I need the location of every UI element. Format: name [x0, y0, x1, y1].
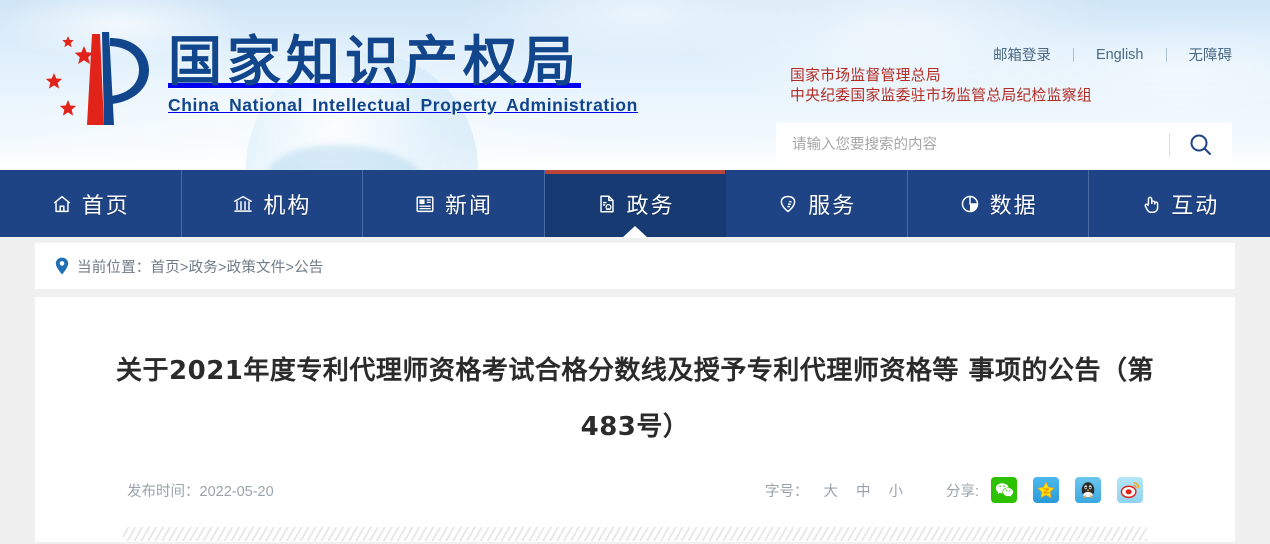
publish-time: 发布时间：2022-05-20: [127, 480, 274, 501]
publish-date: 2022-05-20: [199, 483, 274, 500]
nav-label: 服务: [808, 192, 857, 218]
nav-label: 数据: [989, 192, 1038, 218]
main-navigation: 首页 机构 新闻 政务 服务 数据 互动: [0, 170, 1270, 238]
cnipa-emblem-logo-icon: [45, 32, 149, 125]
fontsize-label: 字号：: [764, 483, 809, 500]
page-title: 关于2021年度专利代理师资格考试合格分数线及授予专利代理师资格等 事项的公告（…: [105, 343, 1165, 455]
qzone-star-glyph-icon: [1037, 481, 1055, 498]
weibo-eye-glyph-icon: [1120, 482, 1140, 499]
nav-item-home[interactable]: 首页: [0, 170, 182, 237]
nav-item-service[interactable]: 服务: [726, 170, 908, 237]
nav-label: 首页: [81, 192, 130, 218]
active-tab-pointer: [622, 226, 649, 238]
nav-item-interaction[interactable]: 互动: [1089, 170, 1270, 237]
top-utility-links: 邮箱登录 English 无障碍: [971, 44, 1232, 65]
site-search: [776, 123, 1232, 167]
share-weibo-icon[interactable]: [1117, 477, 1143, 503]
nav-item-government-affairs[interactable]: 政务: [544, 170, 727, 238]
share-wechat-icon[interactable]: [991, 477, 1017, 503]
breadcrumb: 当前位置： 首页>政务>政策文件>公告: [35, 243, 1235, 289]
publish-label: 发布时间：: [127, 483, 200, 500]
logo-text-block: 国家知识产权局 China National Intellectual Prop…: [168, 28, 638, 116]
share-icon-group: [991, 477, 1143, 503]
qq-penguin-glyph-icon: [1081, 482, 1095, 498]
fontsize-medium[interactable]: 中: [847, 480, 880, 501]
article-meta-row: 发布时间：2022-05-20 字号： 大 中 小 分享:: [105, 477, 1165, 503]
shield-check-icon: [780, 195, 796, 212]
affiliated-agency-names: 国家市场监督管理总局 中央纪委国家监委驻市场监管总局纪检监察组: [790, 66, 1092, 106]
nav-item-news[interactable]: 新闻: [363, 170, 545, 237]
share-label: 分享:: [945, 483, 979, 500]
location-pin-icon: [55, 257, 69, 275]
page-body: 当前位置： 首页>政务>政策文件>公告 关于2021年度专利代理师资格考试合格分数…: [0, 237, 1270, 544]
agency-line-2: 中央纪委国家监委驻市场监管总局纪检监察组: [790, 88, 1092, 104]
accessibility-link[interactable]: 无障碍: [1167, 44, 1233, 65]
share-qzone-icon[interactable]: [1033, 477, 1059, 503]
hand-pointer-icon: [1144, 196, 1159, 213]
nav-label: 机构: [263, 192, 312, 218]
nav-label: 新闻: [444, 192, 493, 218]
breadcrumb-prefix: 当前位置：: [77, 259, 151, 276]
search-input[interactable]: [776, 123, 1169, 167]
breadcrumb-path[interactable]: 首页>政务>政策文件>公告: [151, 256, 324, 277]
nav-item-institution[interactable]: 机构: [182, 170, 364, 237]
agency-line-1: 国家市场监督管理总局: [790, 68, 941, 84]
search-button[interactable]: [1170, 123, 1232, 167]
logo-english-name: China National Intellectual Property Adm…: [168, 95, 638, 115]
meta-tools: 字号： 大 中 小 分享:: [765, 477, 1143, 503]
wechat-glyph-icon: [995, 483, 1013, 497]
logo-chinese-name: 国家知识产权局: [168, 30, 581, 93]
site-logo[interactable]: 国家知识产权局 China National Intellectual Prop…: [32, 28, 638, 132]
nav-item-data[interactable]: 数据: [908, 170, 1090, 237]
fontsize-small[interactable]: 小: [879, 480, 912, 501]
nav-label: 互动: [1171, 192, 1220, 218]
article-container: 关于2021年度专利代理师资格考试合格分数线及授予专利代理师资格等 事项的公告（…: [35, 297, 1235, 542]
mailbox-login-link[interactable]: 邮箱登录: [971, 44, 1073, 65]
english-link[interactable]: English: [1074, 47, 1166, 63]
document-seal-icon: [599, 194, 614, 213]
hatched-divider: [123, 527, 1147, 541]
fontsize-large[interactable]: 大: [814, 480, 847, 501]
share-qq-icon[interactable]: [1075, 477, 1101, 503]
nav-label: 政务: [626, 192, 675, 218]
article-title-line-1: 关于2021年度专利代理师资格考试合格分数线及授予专利代理师资格等: [116, 356, 959, 386]
search-icon: [1190, 134, 1211, 155]
content-panel: 当前位置： 首页>政务>政策文件>公告 关于2021年度专利代理师资格考试合格分数…: [35, 243, 1235, 542]
pie-chart-icon: [961, 195, 978, 212]
newspaper-icon: [416, 195, 434, 212]
bank-icon: [234, 195, 253, 212]
home-icon: [53, 195, 71, 212]
site-header: 国家知识产权局 China National Intellectual Prop…: [0, 0, 1270, 170]
